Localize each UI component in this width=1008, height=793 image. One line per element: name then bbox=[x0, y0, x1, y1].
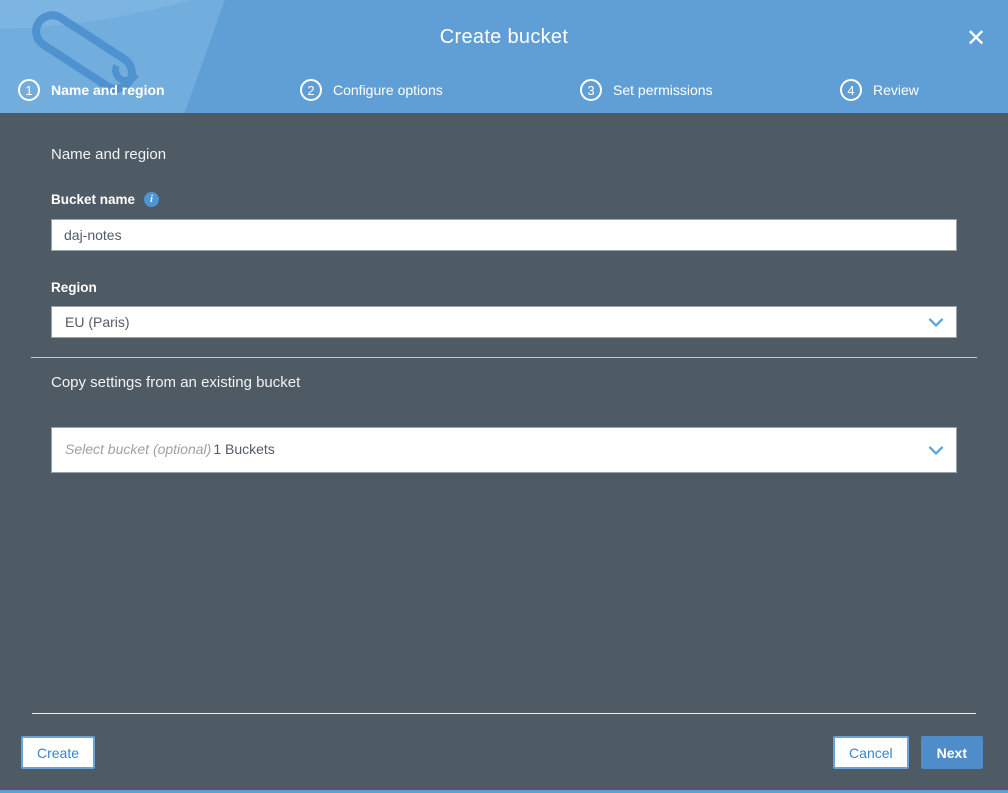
region-selected-value: EU (Paris) bbox=[65, 314, 130, 330]
step-2-label: Configure options bbox=[333, 82, 443, 98]
copy-bucket-count: 1 Buckets bbox=[213, 441, 275, 457]
title-row: Create bucket ✕ bbox=[0, 0, 1008, 67]
section-divider bbox=[31, 357, 977, 358]
dialog-footer: Create Cancel Next bbox=[0, 713, 1008, 793]
chevron-down-icon bbox=[929, 445, 943, 455]
close-icon[interactable]: ✕ bbox=[960, 22, 992, 54]
dialog-header: Create bucket ✕ 1 Name and region 2 Conf… bbox=[0, 0, 1008, 113]
region-select[interactable]: EU (Paris) bbox=[51, 306, 957, 338]
step-name-and-region[interactable]: 1 Name and region bbox=[18, 79, 300, 101]
cancel-button[interactable]: Cancel bbox=[833, 736, 909, 769]
copy-bucket-select-text: Select bucket (optional) 1 Buckets bbox=[65, 441, 275, 459]
step-2-number: 2 bbox=[300, 79, 322, 101]
copy-bucket-select[interactable]: Select bucket (optional) 1 Buckets bbox=[51, 427, 957, 473]
bucket-name-label-row: Bucket name i bbox=[51, 192, 957, 207]
dialog-title: Create bucket bbox=[439, 26, 569, 48]
next-button[interactable]: Next bbox=[920, 736, 983, 769]
bucket-name-label: Bucket name bbox=[51, 192, 136, 207]
step-3-number: 3 bbox=[580, 79, 602, 101]
create-button[interactable]: Create bbox=[21, 736, 96, 769]
step-set-permissions[interactable]: 3 Set permissions bbox=[580, 79, 840, 101]
region-label-row: Region bbox=[51, 280, 957, 295]
chevron-down-icon bbox=[929, 317, 943, 327]
step-configure-options[interactable]: 2 Configure options bbox=[300, 79, 580, 101]
copy-bucket-placeholder: Select bucket (optional) bbox=[65, 441, 212, 457]
step-3-label: Set permissions bbox=[613, 82, 713, 98]
step-review[interactable]: 4 Review bbox=[840, 79, 919, 101]
dialog-body: Name and region Bucket name i Region EU … bbox=[0, 146, 1008, 473]
create-bucket-dialog: Create bucket ✕ 1 Name and region 2 Conf… bbox=[0, 0, 1008, 793]
step-4-number: 4 bbox=[840, 79, 862, 101]
bucket-name-input[interactable] bbox=[51, 219, 957, 251]
region-label: Region bbox=[51, 280, 97, 295]
section-title-name-and-region: Name and region bbox=[51, 146, 167, 163]
step-1-number: 1 bbox=[18, 79, 40, 101]
info-icon[interactable]: i bbox=[144, 192, 160, 207]
step-4-label: Review bbox=[873, 82, 919, 98]
copy-settings-title: Copy settings from an existing bucket bbox=[51, 374, 301, 391]
wizard-steps: 1 Name and region 2 Configure options 3 … bbox=[0, 67, 1008, 113]
step-1-label: Name and region bbox=[51, 82, 165, 98]
